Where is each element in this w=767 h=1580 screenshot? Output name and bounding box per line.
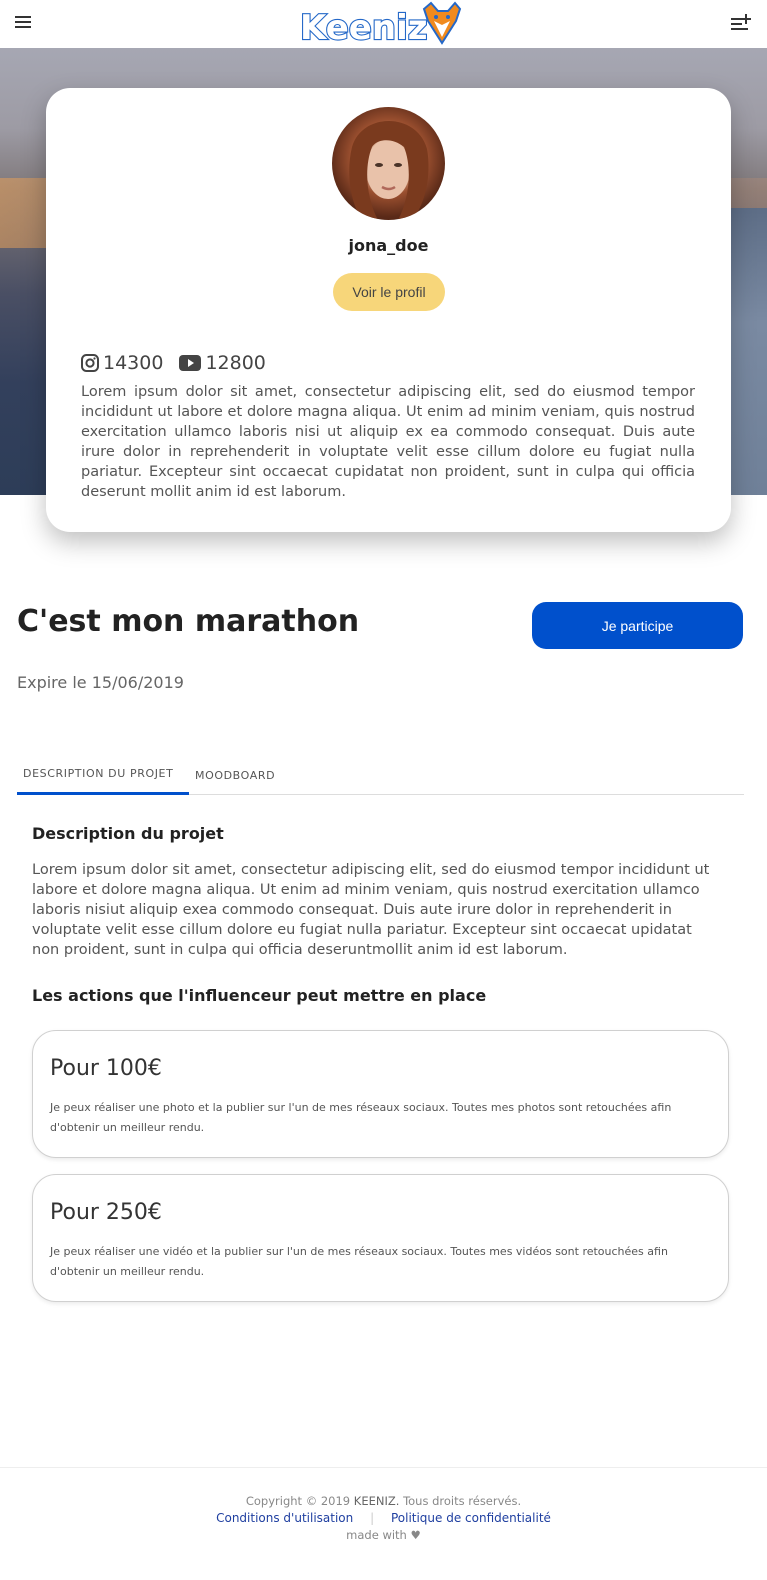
tab-moodboard[interactable]: MOODBOARD [195,755,275,795]
instagram-count: 14300 [103,352,164,374]
social-stats: 14300 12800 [81,350,282,376]
username: jona_doe [348,236,429,255]
fox-icon [422,1,462,45]
playlist-add-icon[interactable] [731,13,751,33]
offer-description: Je peux réaliser une photo et la publier… [50,1101,672,1134]
offer-card[interactable]: Pour 250€ Je peux réaliser une vidéo et … [32,1174,729,1302]
youtube-stat: 12800 [179,352,266,374]
hamburger-menu-icon[interactable] [15,16,31,30]
influencer-profile-card: jona_doe Voir le profil 14300 12800 Lore… [46,88,731,532]
actions-heading: Les actions que l'influenceur peut mettr… [32,986,487,1005]
description-text: Lorem ipsum dolor sit amet, consectetur … [32,862,710,958]
profile-bio: Lorem ipsum dolor sit amet, consectetur … [81,384,695,500]
view-profile-button[interactable]: Voir le profil [333,273,445,311]
offer-price: Pour 100€ [50,1056,162,1081]
project-title: C'est mon marathon [17,604,360,639]
privacy-link[interactable]: Politique de confidentialité [391,1511,551,1525]
top-header: Keeniz [0,0,767,49]
keeniz-logo[interactable]: Keeniz [298,1,463,49]
copyright-prefix: Copyright © 2019 [245,1494,351,1508]
logo-wordmark: Keeniz [300,8,428,47]
offer-price: Pour 250€ [50,1200,162,1225]
copyright-text: Copyright © 2019 KEENIZ. Tous droits rés… [0,1494,767,1508]
description-heading: Description du projet [32,824,224,843]
offer-description: Je peux réaliser une vidéo et la publier… [50,1245,668,1278]
youtube-icon [179,355,202,371]
footer-separator: | [370,1511,375,1525]
expiry-date: Expire le 15/06/2019 [17,673,184,692]
instagram-icon [81,354,99,372]
copyright-brand: KEENIZ. [353,1494,400,1508]
project-tabs: DESCRIPTION DU PROJET MOODBOARD [17,755,744,795]
footer-links: Conditions d'utilisation | Politique de … [0,1511,767,1525]
avatar[interactable] [332,107,445,220]
offer-card[interactable]: Pour 100€ Je peux réaliser une photo et … [32,1030,729,1158]
terms-link[interactable]: Conditions d'utilisation [216,1511,353,1525]
copyright-rights: Tous droits réservés. [403,1494,522,1508]
page-footer: Copyright © 2019 KEENIZ. Tous droits rés… [0,1467,767,1580]
tab-project-description[interactable]: DESCRIPTION DU PROJET [17,755,189,795]
instagram-stat: 14300 [81,352,163,374]
participate-button[interactable]: Je participe [532,602,743,649]
made-with-text: made with ♥ [346,1528,421,1542]
youtube-count: 12800 [205,352,266,374]
